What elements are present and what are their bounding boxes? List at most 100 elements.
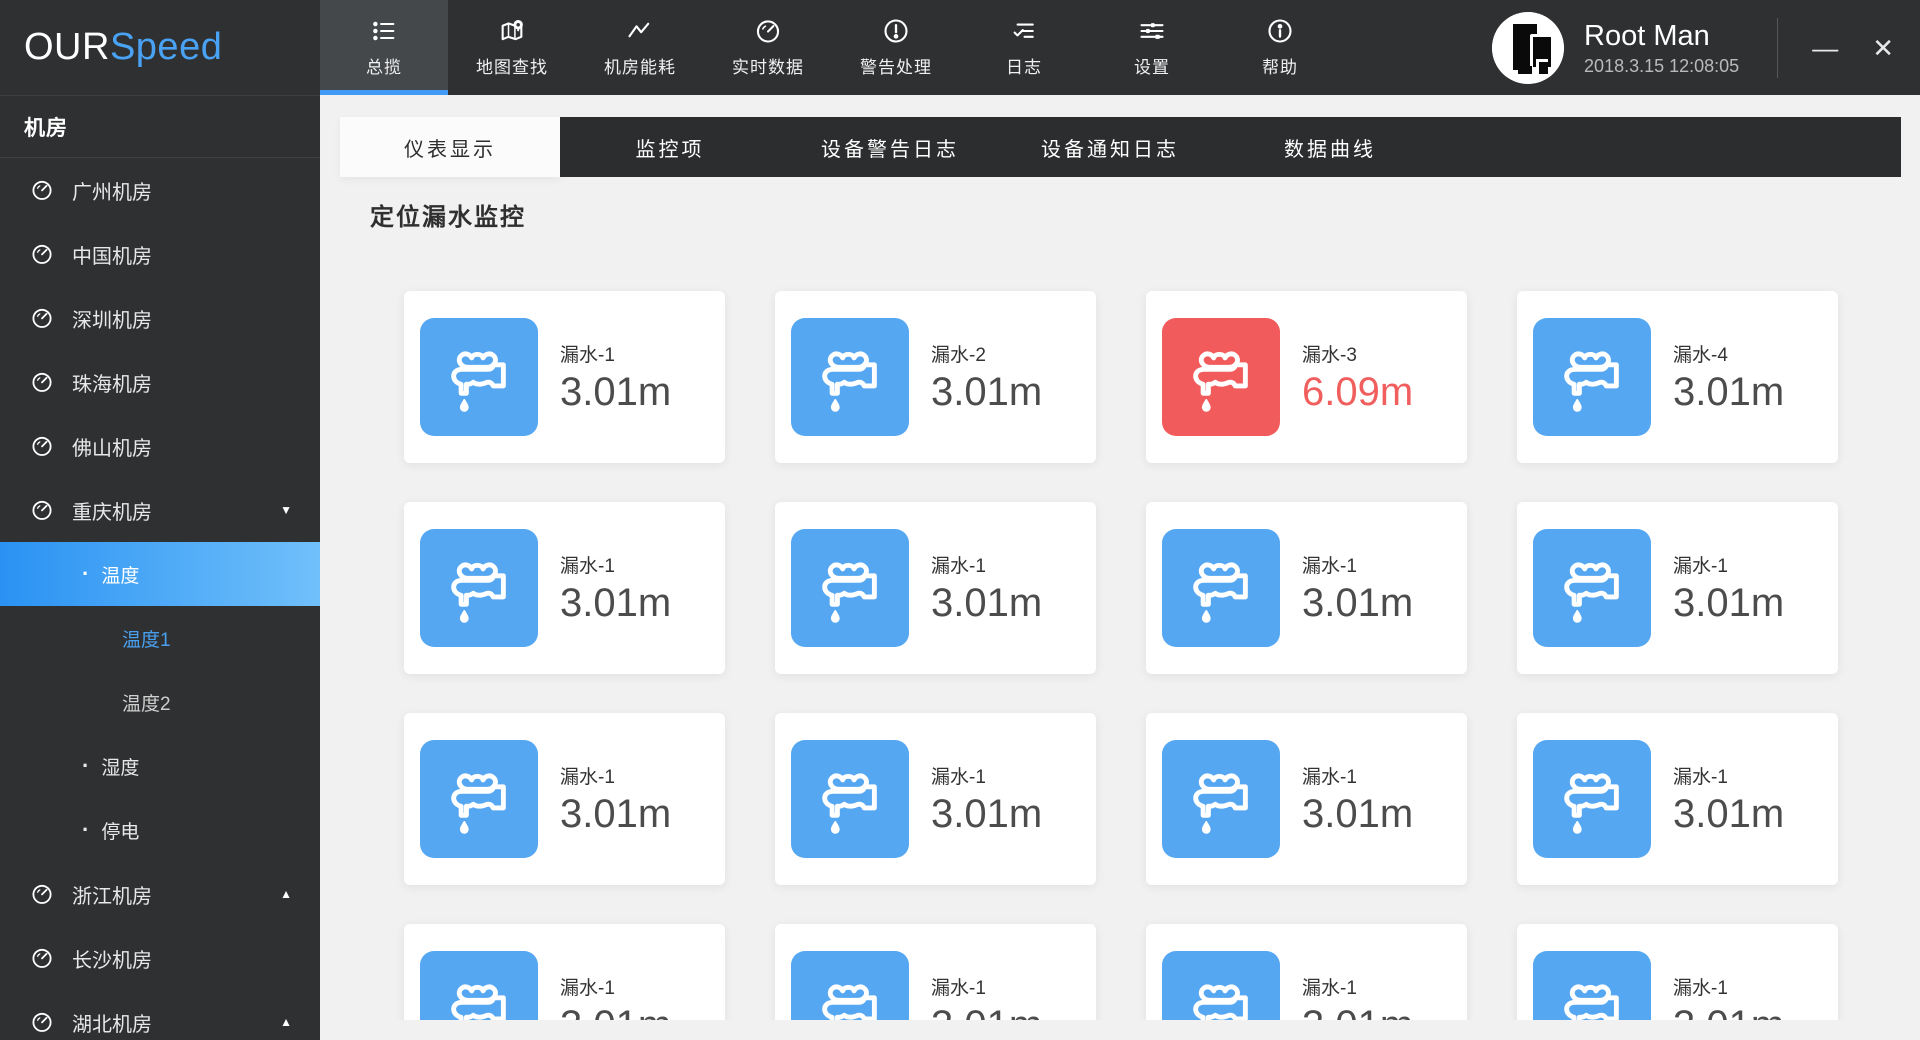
leak-sensor-card-13[interactable]: 漏水-1 3.01m [404,924,725,1020]
card-texts: 漏水-1 3.01m [560,551,671,626]
sensor-value: 3.01m [1673,791,1785,836]
leak-sensor-card-16[interactable]: 漏水-1 3.01m [1517,924,1838,1020]
leak-sensor-card-8[interactable]: 漏水-1 3.01m [1517,502,1838,674]
sensor-value: 3.01m [560,1003,671,1021]
faucet-icon [1533,951,1651,1020]
sidebar-item-label: 长沙机房 [72,949,152,972]
sensor-value: 3.01m [931,1003,1042,1021]
tab-gauge-display[interactable]: 仪表显示 [340,117,560,177]
nav-item-7[interactable]: 设置 [1088,0,1216,95]
cards-grid: 漏水-1 3.01m 漏水-2 3.01m 漏水-3 6.09m 漏水-4 3.01m 漏水-1… [404,291,1838,1020]
sidebar-item-14[interactable]: 湖北机房 ▲ [0,990,320,1040]
faucet-icon [1162,740,1280,858]
caret-up-icon[interactable]: ▲ [280,1015,292,1029]
sidebar-item-8[interactable]: 温度1 [0,606,320,670]
sidebar-item-label: 温度1 [122,629,171,651]
sensor-label: 漏水-1 [1673,977,1728,999]
list-icon [370,17,398,45]
sidebar-item-6[interactable]: 重庆机房 ▼ [0,478,320,542]
sensor-label: 漏水-1 [1673,766,1728,788]
leak-sensor-card-6[interactable]: 漏水-1 3.01m [775,502,1096,674]
leak-sensor-card-5[interactable]: 漏水-1 3.01m [404,502,725,674]
leak-sensor-card-14[interactable]: 漏水-1 3.01m [775,924,1096,1020]
nav-item-5[interactable]: 警告处理 [832,0,960,95]
sidebar-item-7[interactable]: 温度 [0,542,320,606]
sidebar-item-13[interactable]: 长沙机房 [0,926,320,990]
gauge-icon [754,17,782,45]
gauge-icon [30,1010,54,1034]
nav-item-2[interactable]: 地图查找 [448,0,576,95]
sensor-value: 3.01m [1302,580,1414,625]
sidebar-item-2[interactable]: 中国机房 [0,222,320,286]
card-texts: 漏水-1 3.01m [1673,551,1784,626]
sensor-label: 漏水-1 [560,555,615,577]
leak-sensor-card-11[interactable]: 漏水-1 3.01m [1146,713,1467,885]
leak-sensor-card-1[interactable]: 漏水-1 3.01m [404,291,725,463]
info-icon [1266,17,1294,45]
cards-scroll-area[interactable]: 漏水-1 3.01m 漏水-2 3.01m 漏水-3 6.09m 漏水-4 3.01m 漏水-1… [320,95,1920,1020]
sidebar-item-11[interactable]: 停电 [0,798,320,862]
card-texts: 漏水-1 3.01m [931,973,1042,1021]
tab-item-4[interactable]: 数据曲线 [1220,117,1440,177]
faucet-icon [791,740,909,858]
user-avatar[interactable] [1492,11,1565,84]
sensor-label: 漏水-1 [1302,977,1357,999]
sensor-label: 漏水-2 [931,344,986,366]
card-texts: 漏水-1 3.01m [931,551,1042,626]
nav-item-4[interactable]: 实时数据 [704,0,832,95]
leak-sensor-card-10[interactable]: 漏水-1 3.01m [775,713,1096,885]
nav-item-1[interactable]: 总揽 [320,0,448,95]
user-datetime: 2018.3.15 12:08:05 [1584,55,1740,76]
nav-item-label: 日志 [1006,58,1042,77]
card-texts: 漏水-1 3.01m [560,340,671,415]
minimize-button[interactable]: — [1812,35,1838,61]
section-title: 定位漏水监控 [370,204,526,231]
sidebar-item-5[interactable]: 佛山机房 [0,414,320,478]
leak-sensor-card-12[interactable]: 漏水-1 3.01m [1517,713,1838,885]
log-icon [1010,17,1038,45]
tab-item-3[interactable]: 设备通知日志 [1000,117,1220,177]
faucet-icon [1162,318,1280,436]
sidebar-item-4[interactable]: 珠海机房 [0,350,320,414]
sidebar-item-10[interactable]: 湿度 [0,734,320,798]
faucet-icon [420,529,538,647]
sensor-value: 3.01m [1673,580,1785,625]
sensor-value: 3.01m [560,369,672,414]
gauge-icon [30,178,54,202]
sensor-label: 漏水-1 [560,766,615,788]
caret-down-icon[interactable]: ▼ [280,503,292,517]
sidebar-item-9[interactable]: 温度2 [0,670,320,734]
leak-sensor-card-3[interactable]: 漏水-3 6.09m [1146,291,1467,463]
sensor-label: 漏水-1 [1302,766,1357,788]
sensor-label: 漏水-1 [931,766,986,788]
sidebar-item-12[interactable]: 浙江机房 ▲ [0,862,320,926]
sensor-label: 漏水-1 [1673,555,1728,577]
nav-item-label: 帮助 [1262,58,1298,77]
sidebar-item-label: 深圳机房 [72,309,152,332]
user-box: Root Man 2018.3.15 12:08:05 — ✕ [1492,0,1920,95]
sliders-icon [1138,17,1166,45]
sidebar-item-label: 停电 [101,821,140,843]
faucet-icon [420,318,538,436]
faucet-icon [791,529,909,647]
sensor-label: 漏水-1 [560,344,615,366]
gauge-icon [30,946,54,970]
caret-up-icon[interactable]: ▲ [280,887,292,901]
nav-item-8[interactable]: 帮助 [1216,0,1344,95]
app-logo: OUR Speed [0,0,320,95]
leak-sensor-card-7[interactable]: 漏水-1 3.01m [1146,502,1467,674]
leak-sensor-card-9[interactable]: 漏水-1 3.01m [404,713,725,885]
nav-item-6[interactable]: 日志 [960,0,1088,95]
card-texts: 漏水-1 3.01m [1302,551,1413,626]
sidebar-item-1[interactable]: 广州机房 [0,158,320,222]
nav-item-3[interactable]: 机房能耗 [576,0,704,95]
card-texts: 漏水-1 3.01m [1302,973,1413,1021]
sensor-label: 漏水-1 [931,555,986,577]
sidebar-item-3[interactable]: 深圳机房 [0,286,320,350]
leak-sensor-card-15[interactable]: 漏水-1 3.01m [1146,924,1467,1020]
leak-sensor-card-2[interactable]: 漏水-2 3.01m [775,291,1096,463]
close-button[interactable]: ✕ [1872,35,1894,61]
leak-sensor-card-4[interactable]: 漏水-4 3.01m [1517,291,1838,463]
tab-item-1[interactable]: 监控项 [560,117,780,177]
tab-item-2[interactable]: 设备警告日志 [780,117,1000,177]
